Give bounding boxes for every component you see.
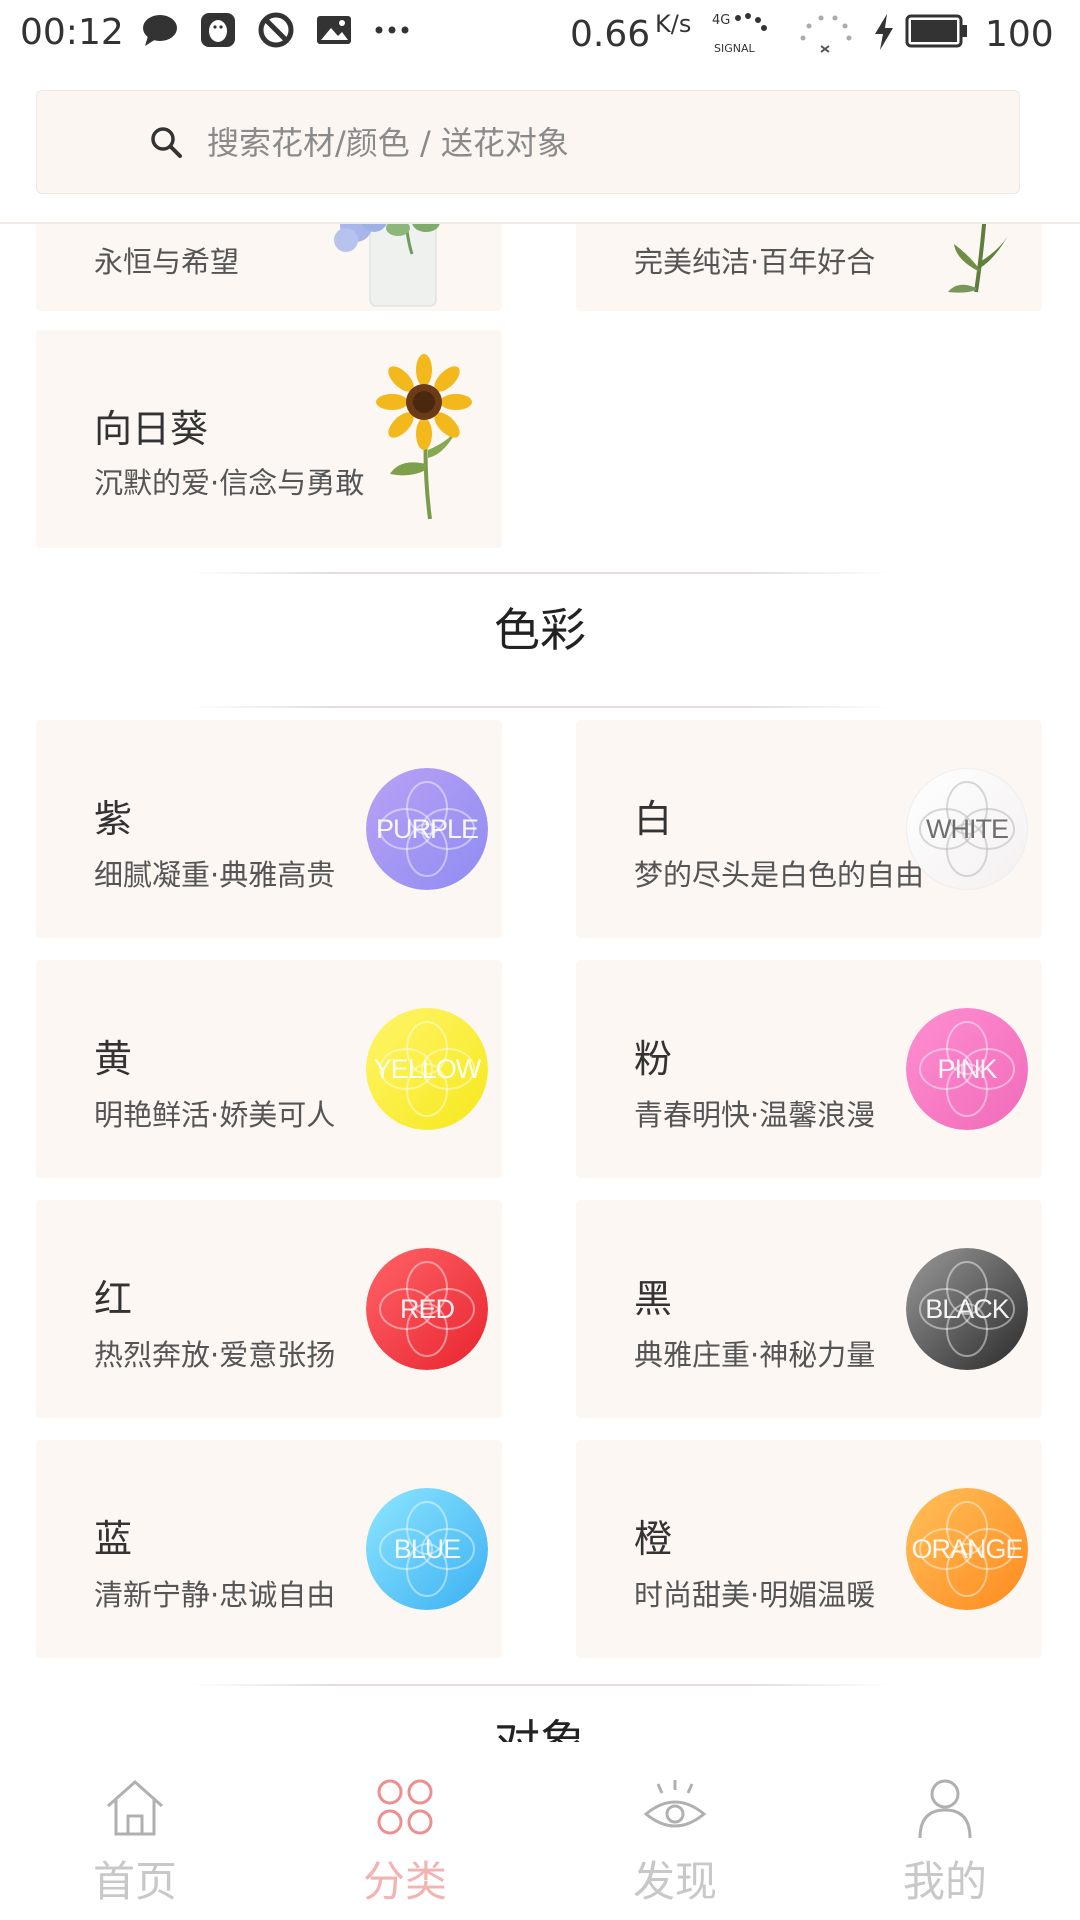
charging-bolt-icon: [875, 14, 893, 50]
nav-mine[interactable]: 我的: [810, 1742, 1080, 1920]
color-badge-label: BLACK: [925, 1293, 1010, 1324]
color-card-black[interactable]: 黑典雅庄重·神秘力量 BLACK: [576, 1200, 1042, 1418]
image-icon: [317, 16, 351, 44]
home-icon: [107, 1779, 163, 1836]
network-speed-unit: K/s: [655, 10, 692, 38]
colors-section-title: 色彩: [494, 603, 586, 657]
wifi-icon: [800, 15, 852, 53]
chat-bubble-icon: [143, 15, 177, 46]
color-badge-label: PURPLE: [375, 813, 479, 844]
network-speed: 0.66: [570, 14, 651, 55]
color-badge-label: PINK: [937, 1053, 997, 1084]
battery-icon: [905, 14, 967, 48]
section-divider: [190, 706, 890, 708]
color-badge-label: ORANGE: [911, 1533, 1023, 1564]
search-icon: [151, 127, 182, 158]
flower-card-desc: 沉默的爱·信念与勇敢: [94, 466, 365, 500]
color-card-orange[interactable]: 橙时尚甜美·明媚温暖 ORANGE: [576, 1440, 1042, 1658]
qq-penguin-icon: [201, 13, 235, 47]
color-badge-purple: PURPLE: [366, 768, 488, 890]
color-badge-label: WHITE: [926, 813, 1009, 844]
nav-category-label: 分类: [362, 1857, 447, 1906]
color-card-desc: 青春明快·温馨浪漫: [634, 1098, 876, 1132]
signal-type-label: 4G: [712, 13, 730, 28]
color-card-red[interactable]: 红热烈奔放·爱意张扬 RED: [36, 1200, 502, 1418]
color-card-title: 黑: [634, 1277, 673, 1321]
sunflower-image: [376, 354, 472, 520]
lily-stem-image: [948, 222, 1010, 293]
color-badge-black: BLACK: [906, 1248, 1028, 1370]
more-dots-icon: [375, 26, 409, 34]
color-card-title: 粉: [634, 1037, 673, 1081]
status-bar: 00:12 0.66 K/s 4G SIGNAL 100: [0, 0, 1080, 70]
color-card-desc: 时尚甜美·明媚温暖: [634, 1578, 876, 1612]
nav-home[interactable]: 首页: [0, 1742, 270, 1920]
color-badge-label: RED: [399, 1293, 455, 1324]
battery-level: 100: [985, 14, 1054, 55]
color-card-desc: 清新宁静·忠诚自由: [94, 1578, 336, 1612]
hydrangea-vase-image: [334, 222, 440, 307]
color-badge-blue: BLUE: [366, 1488, 488, 1610]
bottom-navigation: 首页 分类 发现 我的: [0, 1742, 1080, 1920]
category-content[interactable]: 永恒与希望 完美纯洁·百年好合 向日葵 沉默的爱·信念与勇敢 色彩 紫 细腻凝重…: [0, 222, 1080, 1742]
search-box[interactable]: [36, 90, 1020, 195]
color-card-desc: 细腻凝重·典雅高贵: [94, 858, 336, 892]
color-card-purple[interactable]: 紫细腻凝重·典雅高贵 PURPLE: [36, 720, 502, 938]
color-badge-label: BLUE: [393, 1533, 462, 1564]
color-card-blue[interactable]: 蓝清新宁静·忠诚自由 BLUE: [36, 1440, 502, 1658]
nav-category[interactable]: 分类: [270, 1742, 540, 1920]
no-entry-icon: [258, 12, 294, 48]
flower-card-title: 向日葵: [94, 407, 209, 451]
color-badge-orange: ORANGE: [906, 1488, 1028, 1610]
color-card-pink[interactable]: 粉青春明快·温馨浪漫 PINK: [576, 960, 1042, 1178]
notification-icons: [140, 10, 412, 50]
color-card-desc: 典雅庄重·神秘力量: [634, 1338, 876, 1372]
color-card-desc: 梦的尽头是白色的自由: [634, 858, 925, 892]
color-badge-yellow: YELLOW: [366, 1008, 488, 1130]
color-card-title: 红: [94, 1277, 133, 1321]
status-time: 00:12: [20, 12, 124, 53]
color-card-title: 橙: [634, 1517, 673, 1561]
color-card-title: 黄: [94, 1037, 133, 1081]
color-card-desc: 热烈奔放·爱意张扬: [94, 1338, 336, 1372]
nav-mine-label: 我的: [902, 1857, 987, 1906]
flower-card-desc: 永恒与希望: [94, 245, 240, 279]
person-icon: [918, 1779, 972, 1839]
color-badge-pink: PINK: [906, 1008, 1028, 1130]
eye-icon: [643, 1780, 707, 1828]
color-card-title: 白: [634, 797, 673, 841]
color-card-white[interactable]: 白梦的尽头是白色的自由 WHITE: [576, 720, 1042, 938]
color-badge-white: WHITE: [906, 768, 1028, 890]
nav-home-label: 首页: [92, 1857, 177, 1906]
color-card-desc: 明艳鲜活·娇美可人: [94, 1098, 336, 1132]
signal-label: SIGNAL: [714, 42, 756, 55]
color-badge-label: YELLOW: [373, 1053, 482, 1084]
search-input[interactable]: [205, 91, 989, 195]
objects-section-title: 对象: [494, 1715, 586, 1742]
section-divider: [190, 572, 890, 574]
category-circles-icon: [377, 1779, 433, 1835]
flower-card-desc: 完美纯洁·百年好合: [634, 245, 876, 279]
signal-icon: 4G SIGNAL: [712, 13, 767, 55]
search-header: [0, 70, 1080, 224]
section-divider: [190, 1684, 890, 1686]
nav-discover-label: 发现: [632, 1857, 717, 1906]
flower-card-sunflower[interactable]: 向日葵 沉默的爱·信念与勇敢: [36, 330, 502, 548]
flower-card-hydrangea[interactable]: 永恒与希望: [36, 222, 502, 311]
color-card-title: 蓝: [94, 1517, 133, 1561]
nav-discover[interactable]: 发现: [540, 1742, 810, 1920]
color-badge-red: RED: [366, 1248, 488, 1370]
color-card-title: 紫: [94, 797, 133, 841]
color-card-yellow[interactable]: 黄明艳鲜活·娇美可人 YELLOW: [36, 960, 502, 1178]
flower-card-lily[interactable]: 完美纯洁·百年好合: [576, 222, 1042, 311]
